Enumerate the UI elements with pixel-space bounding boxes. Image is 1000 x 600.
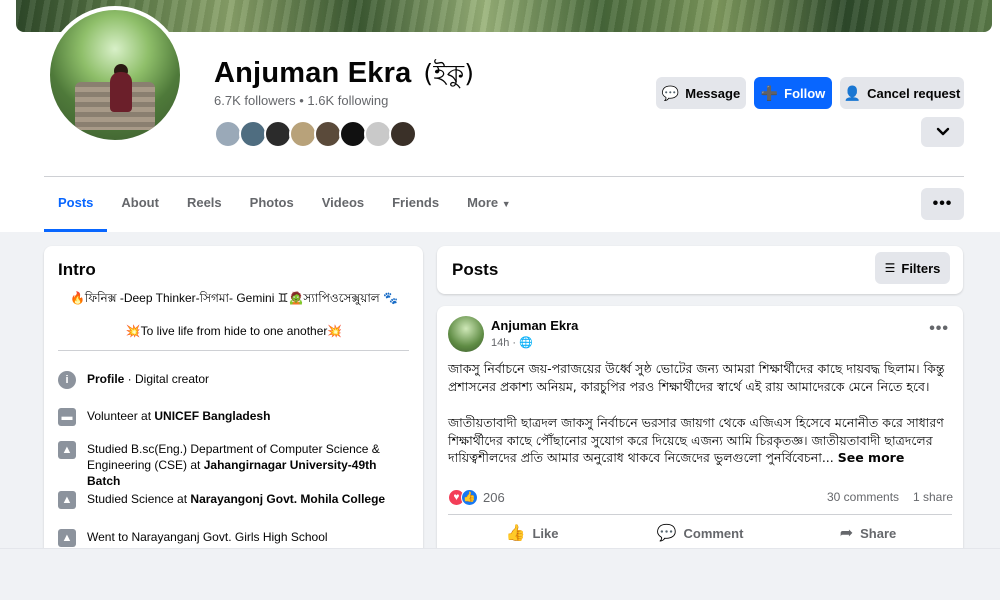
caret-down-icon: ▼ [501,199,511,209]
friend-avatar[interactable] [289,120,317,148]
profile-name-heading: Anjuman Ekra (ইকু) [214,54,474,97]
intro-item-text: Studied B.sc(Eng.) Department of Compute… [87,442,380,488]
post-options-icon[interactable]: ••• [929,320,949,338]
follow-button-label: Follow [784,85,826,101]
post-card: Anjuman Ekra 14h · 🌐 ••• জাকসু নির্বাচনে… [437,306,963,566]
cancel-request-label: Cancel request [867,85,961,101]
follow-stats[interactable]: 6.7K followers • 1.6K following [214,93,388,108]
tab-friends[interactable]: Friends [378,178,453,232]
post-actions: 👍 Like 💬 Comment ➦ Share [448,518,952,548]
briefcase-icon: ▬ [58,408,76,426]
college-link[interactable]: Narayangonj Govt. Mohila College [190,492,385,506]
avatar-person [110,72,132,112]
comment-button[interactable]: 💬 Comment [616,518,784,548]
tab-about[interactable]: About [107,178,173,232]
post-timestamp[interactable]: 14h · 🌐 [491,336,533,349]
intro-bio-line2: 💥To live life from hide to one another💥 [125,324,343,338]
post-text-paragraph-2: জাতীয়তাবাদী ছাত্রদল জাকসু নির্বাচনে ভরস… [448,414,954,467]
thumbs-up-icon: 👍 [505,525,526,542]
tab-posts[interactable]: Posts [44,178,108,232]
share-button[interactable]: ➦ Share [784,518,952,548]
profile-tabs: Posts About Reels Photos Videos Friends … [44,178,525,232]
friend-avatar[interactable] [214,120,242,148]
intro-item-college: ▲ Studied Science at Narayangonj Govt. M… [58,491,410,509]
mutual-friends-avatars[interactable] [214,120,424,148]
profile-name: Anjuman Ekra [214,57,412,89]
tab-photos[interactable]: Photos [236,178,308,232]
friend-avatar[interactable] [364,120,392,148]
comment-bubble-icon: 💬 [656,525,677,542]
sliders-icon: ☰ [884,261,896,275]
friend-avatar[interactable] [314,120,342,148]
follow-button[interactable]: ➕ Follow [754,77,832,109]
see-more-link[interactable]: See more [838,450,905,465]
intro-item-profile: i Profile · Digital creator [58,371,410,389]
info-icon: i [58,371,76,389]
ellipsis-icon: ••• [932,195,953,212]
friend-avatar[interactable] [339,120,367,148]
reactions-summary[interactable]: ♥ 👍 206 [448,489,505,506]
unicef-link[interactable]: UNICEF Bangladesh [154,409,270,423]
intro-bio-line1: 🔥ফিনিক্স -Deep Thinker-সিগমা- Gemini ♊🧟স… [69,291,399,305]
comment-label: Comment [683,525,744,541]
post-author-avatar[interactable] [448,316,484,352]
chevron-down-icon [936,127,949,136]
share-arrow-icon: ➦ [839,525,854,542]
intro-item-text: Went to Narayanganj Govt. Girls High Sch… [87,530,328,544]
comments-count[interactable]: 30 comments [827,490,899,504]
filters-label: Filters [901,260,941,276]
tab-more[interactable]: More ▼ [453,178,525,232]
intro-card: Intro 🔥ফিনিক্স -Deep Thinker-সিগমা- Gemi… [44,246,423,566]
graduation-cap-icon: ▲ [58,491,76,509]
messenger-icon: 💬 [661,85,680,101]
intro-item-text: Studied Science at Narayangonj Govt. Moh… [87,492,386,506]
reaction-count: 206 [483,490,505,505]
cancel-request-button[interactable]: 👤 Cancel request [840,77,964,109]
tab-videos[interactable]: Videos [308,178,378,232]
page-bottom-area [0,548,1000,600]
posts-title: Posts [452,260,499,279]
tab-reels[interactable]: Reels [173,178,236,232]
header-divider [44,176,964,177]
friend-avatar[interactable] [239,120,267,148]
filters-button[interactable]: ☰ Filters [875,252,950,284]
intro-divider [58,350,409,351]
intro-item-school: ▲ Went to Narayanganj Govt. Girls High S… [58,529,410,547]
post-text-paragraph-1: জাকসু নির্বাচনে জয়-পরাজয়ের উর্ধ্বে সুষ… [448,361,945,394]
tab-more-label: More [467,195,499,210]
profile-more-button[interactable]: ••• [921,188,964,220]
profile-avatar[interactable] [46,6,184,144]
like-reaction-icon: 👍 [461,489,478,506]
friend-avatar[interactable] [389,120,417,148]
more-profile-options-button[interactable] [921,117,964,147]
shares-count[interactable]: 1 share [913,490,953,504]
profile-nickname: (ইকু) [423,59,475,88]
intro-item-text: Profile · Digital creator [87,372,210,386]
share-label: Share [860,525,897,541]
graduation-cap-icon: ▲ [58,529,76,547]
post-actions-divider [448,514,952,515]
graduation-cap-icon: ▲ [58,441,76,459]
follow-plus-icon: ➕ [760,85,779,101]
message-button[interactable]: 💬 Message [656,77,746,109]
intro-item-work: ▬ Volunteer at UNICEF Bangladesh [58,408,410,426]
intro-title: Intro [58,260,96,279]
person-cancel-icon: 👤 [843,85,862,101]
intro-item-text: Volunteer at UNICEF Bangladesh [87,409,271,423]
post-author-name[interactable]: Anjuman Ekra [491,318,578,333]
message-button-label: Message [685,85,741,101]
like-label: Like [532,525,559,541]
intro-item-university: ▲ Studied B.sc(Eng.) Department of Compu… [58,441,410,489]
like-button[interactable]: 👍 Like [448,518,616,548]
friend-avatar[interactable] [264,120,292,148]
